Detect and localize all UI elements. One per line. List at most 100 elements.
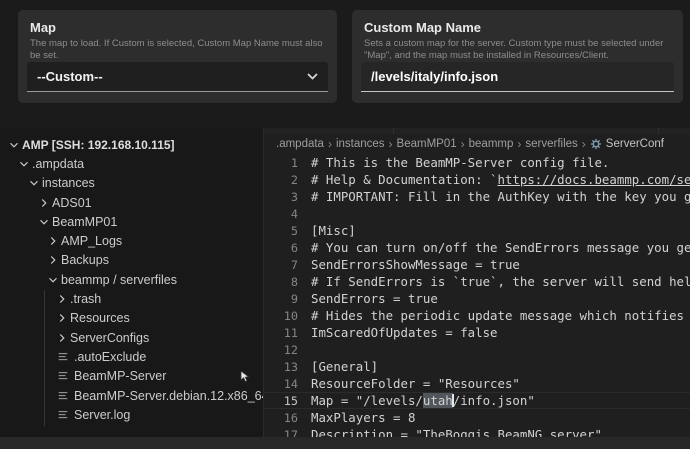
map-select[interactable]: --Custom-- xyxy=(27,62,328,92)
line-number: 14 xyxy=(264,377,298,391)
mouse-pointer-icon xyxy=(240,371,250,386)
tree-item-amp-root[interactable]: AMP [SSH: 192.168.10.115] xyxy=(0,135,263,154)
custom-map-name-title: Custom Map Name xyxy=(364,20,671,35)
chevron-right-icon[interactable] xyxy=(36,195,52,211)
code-text: [General] xyxy=(311,359,378,374)
line-number: 3 xyxy=(264,190,298,204)
line-number: 5 xyxy=(264,224,298,238)
tree-item-label: Resources xyxy=(70,311,130,325)
breadcrumb-item[interactable]: beammp xyxy=(469,138,514,150)
page-background-strip xyxy=(0,437,690,449)
tree-item-trash[interactable]: .trash xyxy=(0,289,263,308)
line-number: 17 xyxy=(264,428,298,438)
tree-item-label: AMP [SSH: 192.168.10.115] xyxy=(22,138,175,152)
code-line[interactable]: 1# This is the BeamMP-Server config file… xyxy=(264,154,690,171)
line-number: 13 xyxy=(264,360,298,374)
chevron-down-icon[interactable] xyxy=(26,175,42,191)
code-line[interactable]: 16MaxPlayers = 8 xyxy=(264,409,690,426)
chevron-right-icon[interactable] xyxy=(45,252,61,268)
chevron-down-icon[interactable] xyxy=(16,156,32,172)
tree-item-server-log[interactable]: Server.log xyxy=(0,405,263,424)
selected-text: utah xyxy=(423,393,453,408)
code-text: [Misc] xyxy=(311,223,356,238)
file-icon xyxy=(57,350,70,363)
code-pre: Map = "/levels/ xyxy=(311,393,423,408)
tree-item-amp-logs[interactable]: AMP_Logs xyxy=(0,231,263,250)
code-line[interactable]: 17Description = "TheBoggis BeamNG server… xyxy=(264,426,690,437)
tree-item-autoexclude[interactable]: .autoExclude xyxy=(0,347,263,366)
file-icon xyxy=(57,389,70,402)
code-line[interactable]: 10 # Hides the periodic update message wh… xyxy=(264,307,690,324)
code-text: # Hides the periodic update message whic… xyxy=(311,308,684,323)
breadcrumb-item[interactable]: .ampdata xyxy=(276,138,324,150)
line-number: 1 xyxy=(264,156,298,170)
tree-item-beammp01[interactable]: BeamMP01 xyxy=(0,212,263,231)
tree-item-serverconfigs[interactable]: ServerConfigs xyxy=(0,328,263,347)
code-line-current[interactable]: 15Map = "/levels/utah/info.json" xyxy=(264,392,690,409)
breadcrumb-separator-icon: › xyxy=(461,137,465,151)
code-line[interactable]: 3 # IMPORTANT: Fill in the AuthKey with t… xyxy=(264,188,690,205)
file-icon xyxy=(57,408,70,421)
code-text: # Help & Documentation: `https://docs.be… xyxy=(311,172,690,187)
line-number: 4 xyxy=(264,207,298,221)
breadcrumb-separator-icon: › xyxy=(389,137,393,151)
chevron-down-icon[interactable] xyxy=(45,272,61,288)
tree-item-label: .autoExclude xyxy=(74,350,146,364)
breadcrumb-file[interactable]: ServerConf xyxy=(590,138,664,150)
tree-item-ads01[interactable]: ADS01 xyxy=(0,193,263,212)
chevron-down-icon xyxy=(307,73,318,80)
line-number: 6 xyxy=(264,241,298,255)
code-line[interactable]: 6 # You can turn on/off the SendErrors me… xyxy=(264,239,690,256)
indent-guide xyxy=(44,290,45,426)
code-line[interactable]: 14ResourceFolder = "Resources" xyxy=(264,375,690,392)
tree-item-label: .trash xyxy=(70,292,101,306)
line-number: 2 xyxy=(264,173,298,187)
line-number: 11 xyxy=(264,326,298,340)
map-setting-card: Map The map to load. If Custom is select… xyxy=(18,10,337,103)
code-line[interactable]: 2 # Help & Documentation: `https://docs.b… xyxy=(264,171,690,188)
tree-item-label: AMP_Logs xyxy=(61,234,122,248)
code-line[interactable]: 13 [General] xyxy=(264,358,690,375)
custom-map-name-value: /levels/italy/info.json xyxy=(371,69,498,84)
line-number: 7 xyxy=(264,258,298,272)
line-number: 10 xyxy=(264,309,298,323)
map-setting-title: Map xyxy=(30,20,325,35)
code-line[interactable]: 11ImScaredOfUpdates = false xyxy=(264,324,690,341)
tree-item-instances[interactable]: instances xyxy=(0,174,263,193)
tree-item-label: ServerConfigs xyxy=(70,331,149,345)
breadcrumb-separator-icon: › xyxy=(517,137,521,151)
tree-item-backups[interactable]: Backups xyxy=(0,251,263,270)
code-link[interactable]: https://docs.beammp.com/se xyxy=(498,172,690,187)
code-line[interactable]: 12 xyxy=(264,341,690,358)
tree-item-beammp-server-debian[interactable]: BeamMP-Server.debian.12.x86_64 xyxy=(0,386,263,405)
tree-item-resources[interactable]: Resources xyxy=(0,309,263,328)
chevron-right-icon[interactable] xyxy=(54,330,70,346)
tree-item-ampdata[interactable]: .ampdata xyxy=(0,154,263,173)
custom-map-name-description: Sets a custom map for the server. Custom… xyxy=(364,38,671,61)
breadcrumb-item[interactable]: BeamMP01 xyxy=(397,138,457,150)
breadcrumb-item[interactable]: instances xyxy=(336,138,385,150)
tree-item-beammp-server[interactable]: BeamMP-Server xyxy=(0,367,263,386)
code-line[interactable]: 5 [Misc] xyxy=(264,222,690,239)
tree-item-beammp-serverfiles[interactable]: beammp / serverfiles xyxy=(0,270,263,289)
code-text: # IMPORTANT: Fill in the AuthKey with th… xyxy=(311,189,690,204)
breadcrumb-item[interactable]: serverfiles xyxy=(525,138,577,150)
breadcrumb-separator-icon: › xyxy=(328,137,332,151)
chevron-down-icon[interactable] xyxy=(36,214,52,230)
code-text: # You can turn on/off the SendErrors mes… xyxy=(311,240,690,255)
line-number: 8 xyxy=(264,275,298,289)
code-text: SendErrorsShowMessage = true xyxy=(311,257,520,272)
chevron-down-icon[interactable] xyxy=(6,137,22,153)
chevron-right-icon[interactable] xyxy=(54,291,70,307)
breadcrumb: .ampdata › instances › BeamMP01 › beammp… xyxy=(264,134,690,154)
editor-pane: .ampdata › instances › BeamMP01 › beammp… xyxy=(263,128,690,437)
chevron-right-icon[interactable] xyxy=(45,233,61,249)
chevron-right-icon[interactable] xyxy=(54,310,70,326)
code-line[interactable]: 4 xyxy=(264,205,690,222)
code-line[interactable]: 9SendErrors = true xyxy=(264,290,690,307)
code-line[interactable]: 7 SendErrorsShowMessage = true xyxy=(264,256,690,273)
code-area[interactable]: 1# This is the BeamMP-Server config file… xyxy=(264,154,690,437)
custom-map-name-input[interactable]: /levels/italy/info.json xyxy=(361,62,674,92)
code-line[interactable]: 8 # If SendErrors is `true`, the server w… xyxy=(264,273,690,290)
code-text: # If SendErrors is `true`, the server wi… xyxy=(311,274,690,289)
